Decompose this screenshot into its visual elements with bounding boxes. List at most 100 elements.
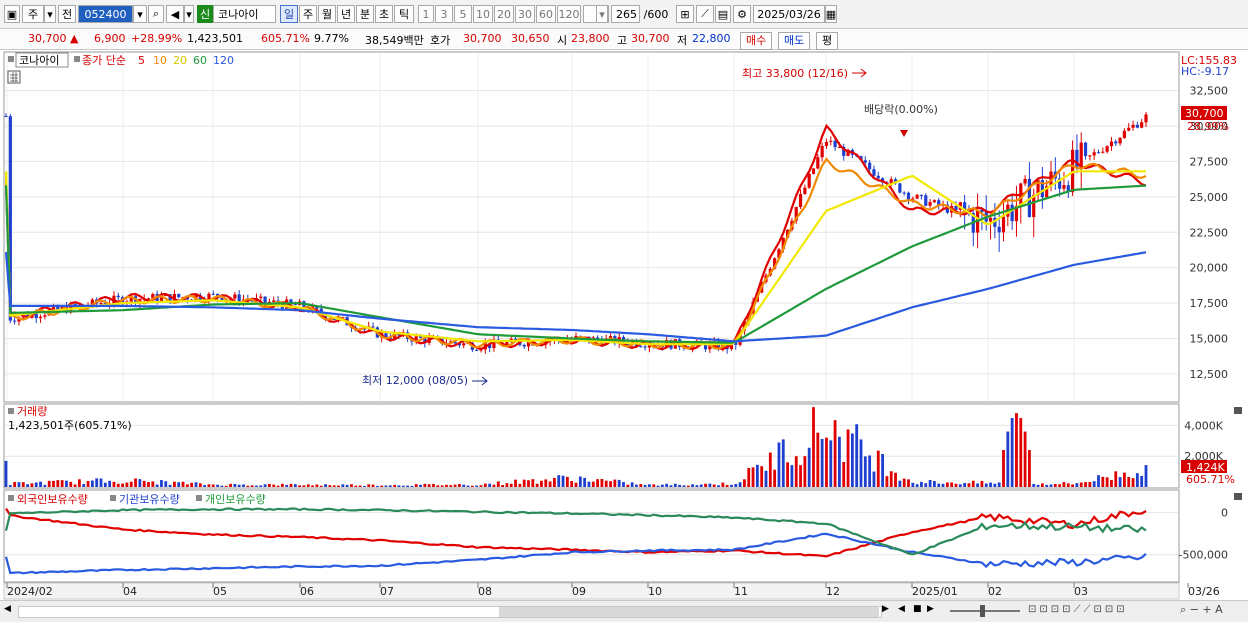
- volume-bar: [298, 485, 302, 487]
- volume-bar: [142, 480, 146, 487]
- volume-bar: [8, 485, 12, 487]
- volume-value: 1,423,501: [187, 32, 243, 45]
- candle-body: [824, 141, 829, 146]
- gear-icon[interactable]: ⚙: [733, 5, 751, 23]
- market-select[interactable]: 주: [22, 5, 44, 23]
- candle-body: [833, 140, 837, 148]
- volume-bar: [207, 484, 211, 487]
- period-day-tab[interactable]: 일: [280, 5, 298, 23]
- volume-bar: [838, 436, 841, 487]
- volume-bar: [246, 485, 250, 487]
- volume-bar: [1084, 482, 1087, 487]
- chevron-down-icon[interactable]: ▾: [133, 5, 147, 23]
- forward-icon[interactable]: ▶: [927, 604, 934, 614]
- period-second-tab[interactable]: 초: [375, 5, 393, 23]
- zoom-icons[interactable]: ⌕ − + A: [1180, 603, 1223, 617]
- scroll-left-icon[interactable]: ◀: [4, 604, 16, 618]
- stock-code-input[interactable]: 052400: [78, 5, 133, 23]
- chevron-down-icon[interactable]: ▾: [44, 5, 56, 23]
- volume-bar: [380, 485, 384, 487]
- volume-bar: [268, 483, 271, 487]
- volume-bar: [941, 483, 945, 487]
- holding-panel-close-icon[interactable]: [1234, 493, 1242, 500]
- play-icon[interactable]: ▶: [882, 604, 889, 614]
- zoom-slider-handle[interactable]: [980, 605, 985, 617]
- search-icon[interactable]: ⌕: [148, 5, 164, 23]
- num-120-button[interactable]: 120: [557, 5, 581, 23]
- buy-button[interactable]: 매수: [740, 32, 773, 50]
- volume-bar: [384, 485, 388, 487]
- draw-icon[interactable]: ⟋: [696, 5, 714, 23]
- calendar-icon[interactable]: ▦: [825, 5, 837, 23]
- period-minute-tab[interactable]: 분: [356, 5, 374, 23]
- low-label: 저: [677, 34, 688, 47]
- volume-bar: [1144, 465, 1148, 487]
- candle-body: [639, 346, 643, 348]
- volume-bar: [682, 485, 686, 487]
- sell-button[interactable]: 매도: [778, 32, 811, 50]
- chevron-down-icon[interactable]: ▾: [184, 5, 194, 23]
- stop-icon[interactable]: ■: [913, 604, 922, 614]
- volume-bar: [518, 483, 522, 487]
- candle-body: [1079, 142, 1083, 168]
- candle-icon[interactable]: ⊞: [676, 5, 694, 23]
- volume-bar: [501, 485, 504, 487]
- count-input[interactable]: 265: [611, 5, 640, 23]
- volume-bar: [1075, 483, 1079, 487]
- num-5-button[interactable]: 5: [454, 5, 472, 23]
- hc-label: HC:-9.17: [1181, 65, 1229, 78]
- prev-button[interactable]: 전: [58, 5, 76, 23]
- volume-bar: [332, 485, 336, 487]
- period-week-tab[interactable]: 주: [299, 5, 317, 23]
- window-icon[interactable]: ▣: [4, 5, 20, 23]
- candle-body: [99, 303, 103, 305]
- date-input[interactable]: 2025/03/26: [753, 5, 825, 23]
- volume-bar: [440, 485, 444, 487]
- num-60-button[interactable]: 60: [536, 5, 556, 23]
- volume-bar: [803, 456, 807, 487]
- tools-icons[interactable]: ⊡⊡⊡⊡⟋⟋⊡⊡⊡: [1028, 604, 1128, 615]
- volume-bar: [17, 482, 21, 487]
- horizontal-scrollbar[interactable]: [18, 606, 882, 618]
- volume-bar: [730, 484, 733, 487]
- volume-bar: [509, 483, 513, 487]
- save-icon[interactable]: ▤: [715, 5, 731, 23]
- candle-body: [919, 194, 924, 196]
- volume-bar: [26, 484, 29, 487]
- period-year-tab[interactable]: 년: [337, 5, 355, 23]
- volume-bar: [950, 482, 954, 487]
- num-1-button[interactable]: 1: [418, 5, 434, 23]
- ask-price: 30,700: [463, 32, 502, 45]
- x-axis-label: 11: [734, 585, 748, 598]
- volume-bar: [138, 479, 142, 487]
- legend-ma20: 20: [173, 54, 187, 67]
- volume-bar: [43, 484, 47, 487]
- volume-bar: [984, 483, 988, 487]
- period-tick-tab[interactable]: 틱: [394, 5, 414, 23]
- volume-panel-close-icon[interactable]: [1234, 407, 1242, 414]
- volume-bar: [583, 477, 587, 487]
- volume-bar: [1110, 479, 1113, 487]
- num-3-button[interactable]: 3: [435, 5, 453, 23]
- volume-bar: [311, 485, 314, 487]
- scrollbar-thumb[interactable]: [499, 607, 879, 617]
- rewind-icon[interactable]: ◀: [898, 604, 905, 614]
- x-axis-label: 05: [213, 585, 227, 598]
- x-axis-label: 2024/02: [7, 585, 53, 598]
- volume-bar: [1015, 413, 1018, 487]
- eval-button[interactable]: 평: [816, 32, 839, 50]
- num-20-button[interactable]: 20: [494, 5, 514, 23]
- volume-bar: [220, 485, 224, 487]
- period-month-tab[interactable]: 월: [318, 5, 336, 23]
- speaker-icon[interactable]: ◀: [166, 5, 184, 23]
- volume-bar: [898, 480, 902, 487]
- num-30-button[interactable]: 30: [515, 5, 535, 23]
- volume-bar: [976, 483, 979, 487]
- num-10-button[interactable]: 10: [473, 5, 493, 23]
- volume-bar: [1062, 482, 1066, 487]
- zoom-slider[interactable]: [950, 610, 1020, 612]
- chevron-down-icon[interactable]: ▾: [596, 5, 608, 23]
- stock-chart[interactable]: 32,50030,00027,50025,00022,50020,00017,5…: [0, 50, 1248, 600]
- volume-bar: [203, 485, 207, 487]
- candle-body: [1101, 151, 1105, 153]
